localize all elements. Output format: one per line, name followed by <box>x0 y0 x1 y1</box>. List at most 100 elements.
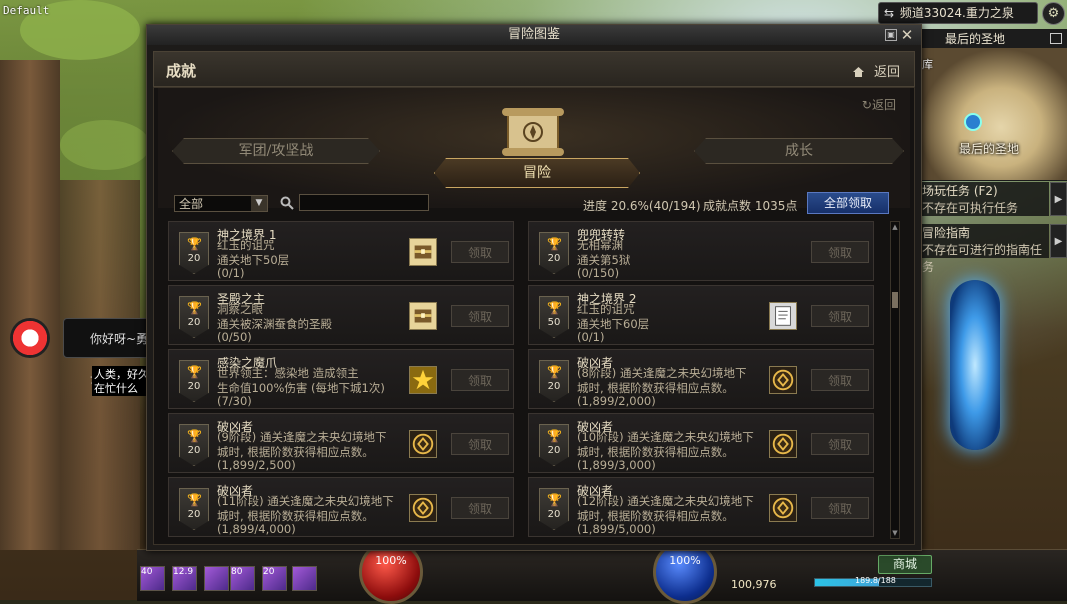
minimap-view[interactable]: 库 最后的圣地 <box>919 48 1067 180</box>
exp-text: 189.8/188 <box>855 576 896 585</box>
channel-name: 频道33024.重力之泉 <box>899 6 1014 20</box>
minimap-header: 最后的圣地 <box>919 30 1067 48</box>
emblem-icon[interactable] <box>409 430 437 458</box>
npc-speech: 人类，好久 在忙什么 <box>92 366 152 396</box>
filter-dropdown[interactable]: 全部 ▼ <box>174 195 268 212</box>
achievement-card: 🏆 20 神之境界 1 红玉的诅咒 通关地下50层 (0/1) 领取 <box>168 221 514 281</box>
achievement-card: 🏆 50 神之境界 2 红玉的诅咒 通关地下60层 (0/1) 领取 <box>528 285 874 345</box>
minimap-label: 库 <box>922 58 933 71</box>
trophy-icon: 🏆 <box>187 429 202 443</box>
achievement-desc: (12阶段) 通关逢魔之未央幻境地下 <box>577 494 754 508</box>
scroll-up-icon[interactable]: ▲ <box>891 222 899 232</box>
list-scrollbar[interactable]: ▲ ▼ <box>890 221 900 539</box>
points-badge: 🏆 20 <box>179 488 209 530</box>
claim-button[interactable]: 领取 <box>811 241 869 263</box>
small-back-button[interactable]: ↻返回 <box>862 96 896 113</box>
emblem-icon[interactable] <box>769 366 797 394</box>
minimize-icon[interactable]: ▣ <box>885 29 897 41</box>
settings-icon[interactable]: ⚙ <box>1042 2 1065 25</box>
achievement-card: 🏆 20 感染之魔爪 世界领主：感染地 造成领主 生命值100%伤害 (每地下城1次)(… <box>168 349 514 409</box>
quick-slot[interactable]: 20 <box>262 566 287 591</box>
points-badge: 🏆 20 <box>179 232 209 274</box>
shop-button[interactable]: 商城 <box>878 555 932 574</box>
tab-adventure[interactable]: 冒险 <box>434 158 640 188</box>
search-icon[interactable] <box>280 196 294 210</box>
expand-arrow-icon[interactable]: ▶ <box>1050 182 1067 216</box>
scroll-down-icon[interactable]: ▼ <box>891 528 899 538</box>
claim-all-button[interactable]: 全部领取 <box>807 192 889 214</box>
badge-points: 20 <box>187 509 201 520</box>
chevron-down-icon: ▼ <box>251 196 267 211</box>
points-badge: 🏆 20 <box>539 488 569 530</box>
badge-points: 20 <box>187 317 201 328</box>
window-title: 冒险图鉴 <box>507 27 560 42</box>
quest-panel-sub: 不存在可执行任务 <box>922 201 1019 215</box>
achievement-progress: (0/50) <box>217 330 252 344</box>
channel-selector[interactable]: ⇆ 频道33024.重力之泉 <box>878 2 1038 24</box>
achievement-desc: 无相幂渊 <box>577 238 623 252</box>
progress-text: 进度 20.6%(40/194) <box>583 199 701 213</box>
claim-button[interactable]: 领取 <box>811 433 869 455</box>
badge-points: 20 <box>187 381 201 392</box>
star-icon[interactable] <box>409 366 437 394</box>
gold-amount: 100,976 <box>731 578 777 591</box>
scroll-emblem-icon <box>502 108 564 156</box>
achievement-desc: (8阶段) 通关逢魔之未央幻境地下 <box>577 366 747 380</box>
achievement-card: 🏆 20 破凶者 (11阶段) 通关逢魔之未央幻境地下 城时, 根据阶数获得相应点数。(… <box>168 477 514 537</box>
claim-button[interactable]: 领取 <box>451 241 509 263</box>
achievement-desc: (9阶段) 通关逢魔之未央幻境地下 <box>217 430 387 444</box>
expand-arrow-icon[interactable]: ▶ <box>1050 224 1067 258</box>
quick-slot[interactable] <box>204 566 229 591</box>
quick-slot[interactable]: 40 <box>140 566 165 591</box>
achievement-card: 🏆 20 圣殿之主 洞察之眼 通关被深渊蚕食的圣殿 (0/50) 领取 <box>168 285 514 345</box>
achievement-card: 🏆 20 破凶者 (9阶段) 通关逢魔之未央幻境地下 城时, 根据阶数获得相应点数。 (1… <box>168 413 514 473</box>
badge-points: 20 <box>547 509 561 520</box>
quick-slot-count: 80 <box>231 567 243 577</box>
trophy-icon: 🏆 <box>187 301 202 315</box>
guide-panel[interactable]: 冒险指南 不存在可进行的指南任务 <box>918 224 1049 274</box>
scroll-icon[interactable] <box>769 302 797 330</box>
achievement-list: 🏆 20 神之境界 1 红玉的诅咒 通关地下50层 (0/1) 领取 🏆 20 兜兜转转 无相幂渊通… <box>168 221 888 539</box>
claim-button[interactable]: 领取 <box>811 305 869 327</box>
minimap[interactable]: 最后的圣地 库 最后的圣地 <box>918 29 1067 181</box>
window-titlebar[interactable]: 冒险图鉴 ▣ ✕ <box>147 25 921 45</box>
quick-slot[interactable]: 12.9 <box>172 566 197 591</box>
emblem-icon[interactable] <box>769 430 797 458</box>
tab-legion-raid[interactable]: 军团/攻坚战 <box>172 138 380 164</box>
section-title: 成就 <box>166 62 197 80</box>
claim-button[interactable]: 领取 <box>451 305 509 327</box>
emblem-icon[interactable] <box>409 494 437 522</box>
emblem-icon[interactable] <box>769 494 797 522</box>
badge-points: 20 <box>187 253 201 264</box>
small-back-label: 返回 <box>871 98 896 112</box>
back-button[interactable]: 返回 <box>852 61 900 80</box>
achievement-desc: 世界领主：感染地 造成领主 <box>217 366 359 380</box>
back-label: 返回 <box>873 65 900 80</box>
badge-points: 20 <box>547 381 561 392</box>
claim-button[interactable]: 领取 <box>451 433 509 455</box>
minimap-expand-icon[interactable] <box>1050 33 1062 44</box>
achievement-progress: (1,899/4,000) <box>217 522 296 536</box>
player-marker-icon <box>964 113 982 131</box>
npc-avatar[interactable] <box>10 318 50 358</box>
search-input[interactable] <box>299 194 429 211</box>
achievement-progress: (1,899/3,000) <box>577 458 656 472</box>
achievement-desc: 红玉的诅咒 <box>577 302 635 316</box>
tab-growth[interactable]: 成长 <box>694 138 904 164</box>
quick-slot[interactable]: 80 <box>230 566 255 591</box>
badge-points: 50 <box>547 317 561 328</box>
close-icon[interactable]: ✕ <box>899 26 915 44</box>
claim-button[interactable]: 领取 <box>811 497 869 519</box>
claim-button[interactable]: 领取 <box>451 497 509 519</box>
claim-button[interactable]: 领取 <box>811 369 869 391</box>
scroll-thumb[interactable] <box>892 292 898 308</box>
tree-trunk <box>0 60 60 550</box>
quick-slot[interactable] <box>292 566 317 591</box>
chest-icon[interactable] <box>409 302 437 330</box>
chest-icon[interactable] <box>409 238 437 266</box>
hp-text: 100% <box>375 554 407 567</box>
points-badge: 🏆 20 <box>539 424 569 466</box>
claim-button[interactable]: 领取 <box>451 369 509 391</box>
achievement-progress: (0/1) <box>217 266 245 280</box>
quest-panel[interactable]: 场玩任务 (F2) 不存在可执行任务 <box>918 182 1049 216</box>
